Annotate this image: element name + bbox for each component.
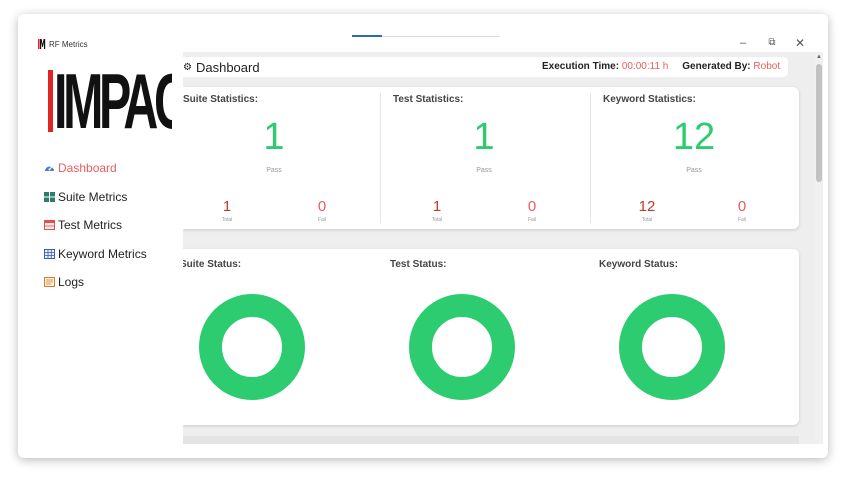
stat-title: Keyword Statistics: <box>603 94 696 105</box>
dashboard-header: ⚙ Dashboard Execution Time: 00:00:11 h G… <box>183 57 788 77</box>
scroll-up-arrow-icon[interactable]: ▲ <box>815 54 823 60</box>
sidebar-item-label: Suite Metrics <box>58 189 128 204</box>
logo-red-bar <box>48 70 53 132</box>
title-bar <box>18 14 828 44</box>
sidebar-item-test-metrics[interactable]: Test Metrics <box>44 211 184 240</box>
fail-label: Fail <box>527 217 537 223</box>
sidebar-item-suite-metrics[interactable]: Suite Metrics <box>44 183 184 212</box>
app-window: RF Metrics – ⧉ ✕ IMPACTO Dashboard Suite… <box>18 14 828 458</box>
pass-count: 12 <box>672 116 716 158</box>
scroll-thumb[interactable] <box>816 64 822 182</box>
fail-label: Fail <box>737 217 747 223</box>
generated-by-value: Robot <box>753 61 781 72</box>
restore-button[interactable]: ⧉ <box>764 36 780 50</box>
column-divider <box>590 93 591 223</box>
keyword-statistics: Keyword Statistics: 12 Pass 12 Total 0 F… <box>603 87 799 229</box>
close-button[interactable]: ✕ <box>792 36 808 50</box>
dashboard-icon: ⚙ <box>183 61 192 73</box>
total-count: 1 <box>432 198 442 215</box>
impacto-logo: IMPACTO <box>48 64 172 136</box>
main-content: ⚙ Dashboard Execution Time: 00:00:11 h G… <box>183 52 815 444</box>
pass-count: 1 <box>473 116 495 158</box>
total-count: 12 <box>638 198 656 215</box>
statistics-card: Suite Statistics: 1 Pass 1 Total 0 Fail … <box>183 87 799 229</box>
sidebar-item-dashboard[interactable]: Dashboard <box>44 154 184 183</box>
sidebar-nav: Dashboard Suite Metrics Test Metrics Key… <box>44 154 184 297</box>
stat-title: Suite Statistics: <box>183 94 259 105</box>
fail-count: 0 <box>737 198 747 215</box>
generated-by-label: Generated By: <box>682 61 751 72</box>
page-title: Dashboard <box>195 59 260 75</box>
status-title: Suite Status: <box>183 259 242 270</box>
pass-label: Pass <box>266 167 282 174</box>
stat-title: Test Statistics: <box>393 94 464 105</box>
suite-status-donut[interactable] <box>199 294 305 400</box>
log-file-icon <box>44 277 55 288</box>
total-label: Total <box>641 217 653 223</box>
pass-count: 1 <box>263 116 285 158</box>
logo-text: IMPACTO <box>54 64 172 136</box>
status-card: Suite Status: Test Status: Keyword Statu… <box>183 249 799 425</box>
total-label: Total <box>431 217 443 223</box>
minimize-button[interactable]: – <box>735 36 751 50</box>
test-status-donut[interactable] <box>409 294 515 400</box>
column-divider <box>380 93 381 223</box>
status-title: Keyword Status: <box>599 259 678 270</box>
fail-label: Fail <box>317 217 327 223</box>
next-section-edge <box>183 436 799 444</box>
sidebar-item-keyword-metrics[interactable]: Keyword Metrics <box>44 240 184 269</box>
total-label: Total <box>221 217 233 223</box>
vertical-scrollbar[interactable]: ▲ <box>815 52 823 444</box>
fail-count: 0 <box>317 198 327 215</box>
dashboard-gauge-icon <box>45 166 54 172</box>
app-title: RF Metrics <box>49 40 88 49</box>
sidebar-item-label: Dashboard <box>58 161 117 176</box>
fail-count: 0 <box>527 198 537 215</box>
status-title: Test Status: <box>390 259 447 270</box>
grid-icon <box>44 191 55 202</box>
pass-label: Pass <box>686 167 702 174</box>
table-grid-icon <box>44 248 55 259</box>
tab-active-indicator[interactable] <box>352 35 382 37</box>
keyword-status-donut[interactable] <box>619 294 725 400</box>
sidebar-item-label: Logs <box>58 275 85 290</box>
app-logo-icon <box>38 39 46 49</box>
execution-time-label: Execution Time: <box>542 61 620 72</box>
sidebar-item-logs[interactable]: Logs <box>44 268 184 297</box>
pass-label: Pass <box>476 167 492 174</box>
sidebar-item-label: Test Metrics <box>58 218 123 233</box>
table-icon <box>44 220 55 231</box>
test-statistics: Test Statistics: 1 Pass 1 Total 0 Fail <box>393 87 590 229</box>
execution-info: Execution Time: 00:00:11 h Generated By:… <box>542 61 780 72</box>
sidebar-item-label: Keyword Metrics <box>58 246 147 261</box>
suite-statistics: Suite Statistics: 1 Pass 1 Total 0 Fail <box>183 87 380 229</box>
total-count: 1 <box>222 198 232 215</box>
execution-time-value: 00:00:11 h <box>621 61 669 72</box>
